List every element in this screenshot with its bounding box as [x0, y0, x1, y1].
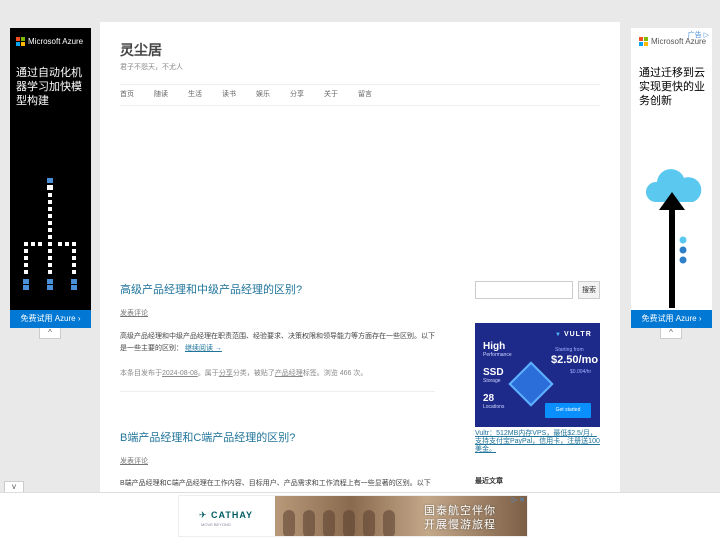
microsoft-logo: Microsoft Azure: [639, 37, 706, 46]
cloud-upload-icon: [645, 169, 702, 308]
adchoices-close-icon[interactable]: ▷ ✕: [512, 496, 525, 504]
vultr-ad[interactable]: VULTR High Performance SSD Storage 28 Lo…: [475, 323, 600, 427]
search-button[interactable]: 搜索: [578, 281, 600, 299]
left-side-ad[interactable]: Microsoft Azure 通过自动化机器学习加快模型构建 免费试用 Azu…: [10, 28, 91, 328]
nav-item-books[interactable]: 读书: [222, 85, 256, 105]
post-meta: 本条目发布于2024-08-08。属于分享分类，被贴了产品经理标签。浏览 466…: [120, 370, 368, 377]
right-ad-collapse-button[interactable]: ^: [660, 328, 682, 339]
ad-copy: 通过自动化机器学习加快模型构建: [16, 67, 82, 107]
nav-item-about[interactable]: 关于: [324, 85, 358, 105]
comment-link[interactable]: 发表评论: [120, 456, 148, 466]
post-excerpt: B端产品经理和C端产品经理在工作内容、目标用户、产品需求和工作流程上有一些显著的…: [120, 478, 435, 490]
right-side-ad[interactable]: 广告 ▷ Microsoft Azure 通过迁移到云实现更快的业务创新 免费试…: [631, 28, 712, 328]
cathay-ad[interactable]: ✈ CATHAY MOVE BEYOND 国泰航空伴你 开展慢游旅程 ▷ ✕: [178, 495, 528, 537]
category-link[interactable]: 分享: [219, 370, 233, 377]
site-description: 君子不怨天，不尤人: [120, 64, 183, 71]
left-ad-collapse-button[interactable]: ^: [39, 328, 61, 339]
vultr-logo: VULTR: [555, 331, 592, 338]
azure-trial-button[interactable]: 免费试用 Azure ›: [10, 310, 91, 328]
excerpt-text: B端产品经理和C端产品经理在工作内容、目标用户、产品需求和工作流程上有一些显著的…: [120, 480, 431, 487]
ad-copy: 通过迁移到云实现更快的业务创新: [639, 67, 705, 107]
server-cube-icon: [508, 361, 554, 407]
ad-brand: Microsoft Azure: [28, 37, 84, 46]
post-divider: [120, 391, 435, 392]
vultr-caption-link[interactable]: Vultr：512MB内存VPS，最低$2.5/月，支持支付宝PayPal，信用…: [475, 430, 600, 454]
microsoft-grid-icon: [639, 37, 648, 46]
azure-trial-button[interactable]: 免费试用 Azure ›: [631, 310, 712, 328]
recent-posts-heading: 最近文章: [475, 478, 503, 485]
nav-item-reading[interactable]: 随读: [154, 85, 188, 105]
post-excerpt: 高级产品经理和中级产品经理在职责范围、经验要求、决策权限和领导能力等方面存在一些…: [120, 331, 435, 355]
bottom-ad-collapse-button[interactable]: v: [4, 481, 24, 492]
cathay-copy: 国泰航空伴你 开展慢游旅程: [424, 505, 496, 531]
read-more-link[interactable]: 继续阅读 →: [185, 345, 222, 352]
post-title[interactable]: 高级产品经理和中级产品经理的区别?: [120, 281, 302, 297]
excerpt-text: 高级产品经理和中级产品经理在职责范围、经验要求、决策权限和领导能力等方面存在一些…: [120, 333, 435, 352]
get-started-button[interactable]: Get started: [545, 403, 591, 418]
tag-link[interactable]: 产品经理: [275, 370, 303, 377]
cathay-logo: ✈ CATHAY: [199, 510, 254, 520]
post-date-link[interactable]: 2024-08-08: [162, 370, 198, 377]
microsoft-logo: Microsoft Azure: [16, 37, 83, 46]
site-title[interactable]: 灵尘居: [120, 40, 162, 60]
main-nav: 首页 随读 生活 读书 娱乐 分享 关于 留言: [120, 84, 600, 106]
nav-item-entertainment[interactable]: 娱乐: [256, 85, 290, 105]
cathay-brush-icon: ✈: [199, 510, 212, 520]
nav-item-guestbook[interactable]: 留言: [358, 85, 392, 105]
nav-item-home[interactable]: 首页: [120, 85, 154, 105]
main-page: 灵尘居 君子不怨天，不尤人 首页 随读 生活 读书 娱乐 分享 关于 留言 高级…: [100, 22, 620, 492]
microsoft-grid-icon: [16, 37, 25, 46]
vultr-price: $2.50/mo: [551, 354, 599, 366]
nav-item-life[interactable]: 生活: [188, 85, 222, 105]
ad-brand: Microsoft Azure: [651, 37, 707, 46]
neural-tree-icon: [23, 178, 77, 290]
comment-link[interactable]: 发表评论: [120, 308, 148, 318]
nav-item-share[interactable]: 分享: [290, 85, 324, 105]
search-input[interactable]: [475, 281, 573, 299]
post-title[interactable]: B端产品经理和C端产品经理的区别?: [120, 429, 295, 445]
